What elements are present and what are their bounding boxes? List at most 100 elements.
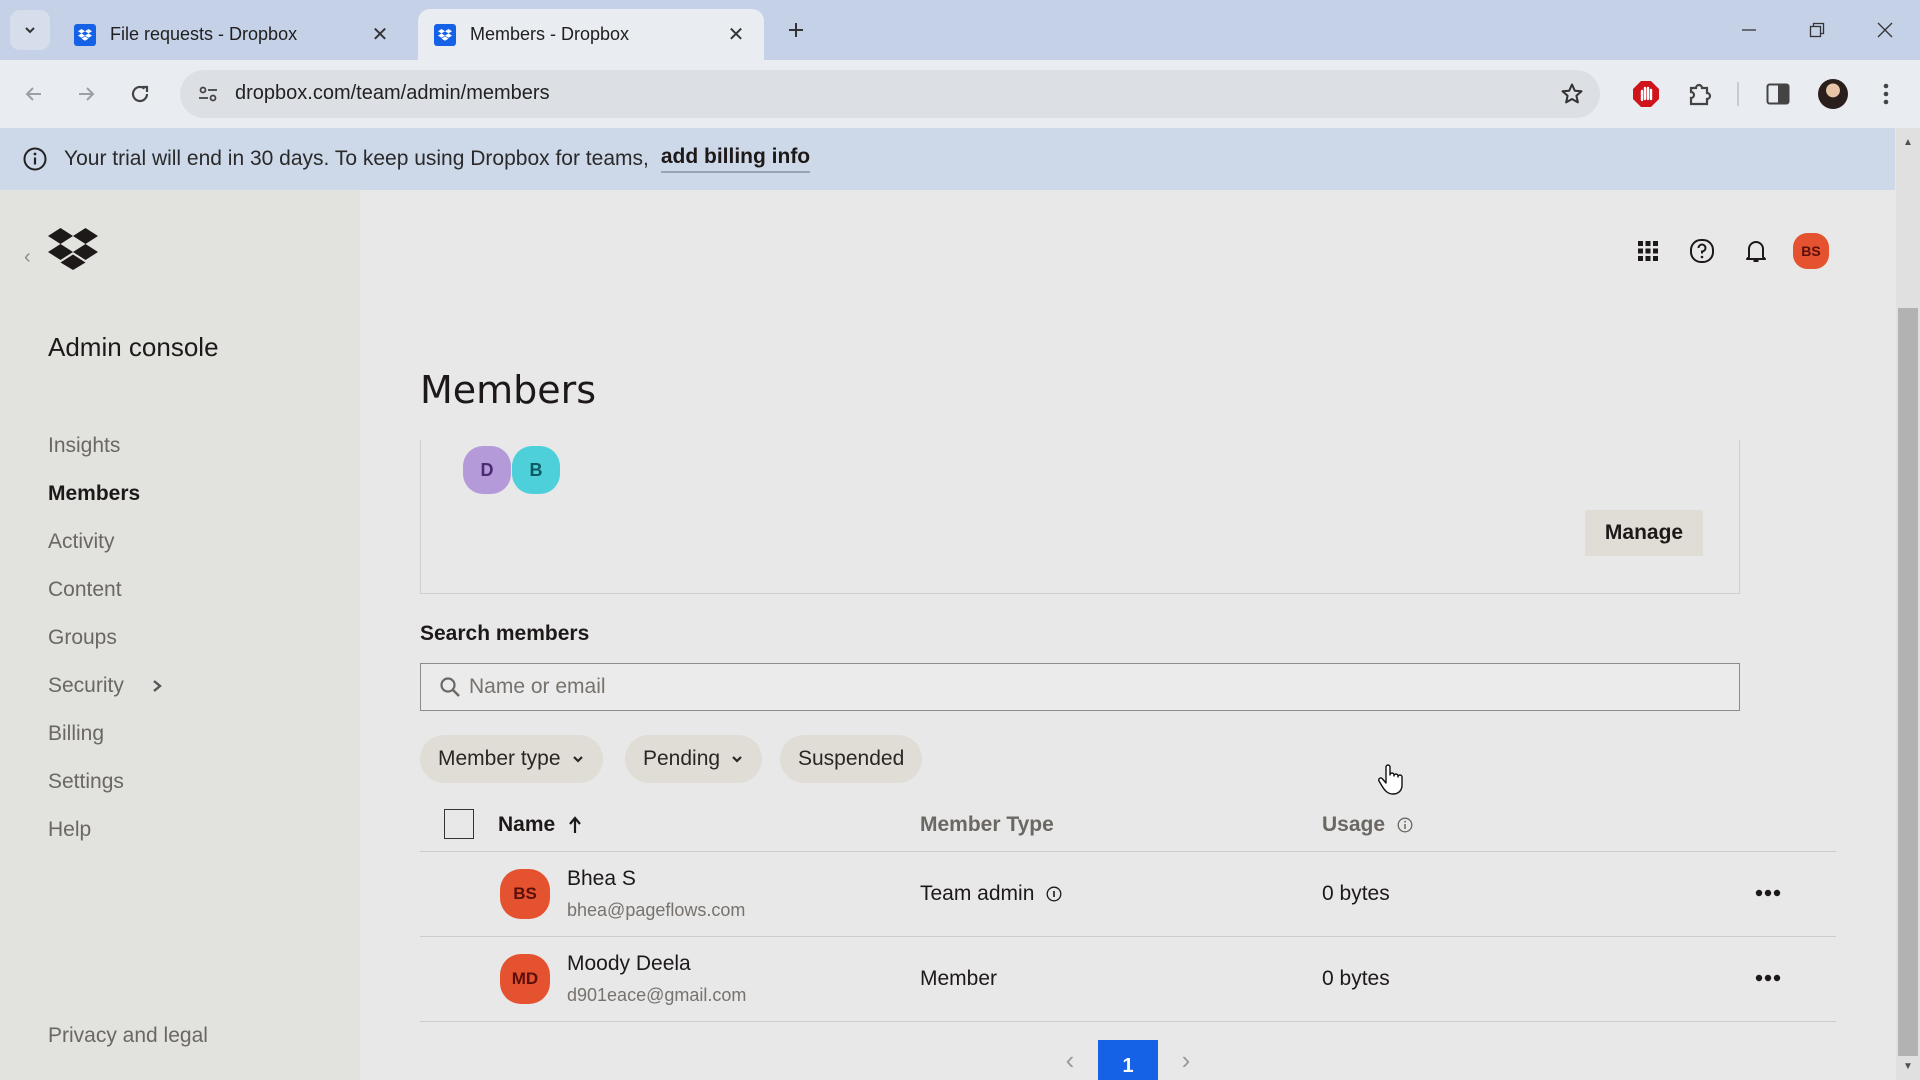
info-icon[interactable] (1397, 817, 1413, 833)
more-actions-button[interactable] (1750, 878, 1786, 908)
table-row[interactable]: MD Moody Deela d901eace@gmail.com Member… (420, 937, 1836, 1022)
hand-pointer-cursor-icon (1378, 764, 1403, 795)
dropbox-favicon (74, 23, 96, 46)
profile-photo (1818, 79, 1848, 109)
tab-title: Members - Dropbox (470, 24, 630, 44)
column-header-usage[interactable]: Usage (1322, 813, 1413, 837)
add-billing-info-link[interactable]: add billing info (660, 145, 811, 173)
member-name[interactable]: Bhea S (567, 867, 636, 891)
member-type: Member (920, 967, 997, 991)
next-page-chevron-icon[interactable]: › (1166, 1040, 1206, 1080)
sidebar-item-content[interactable]: Content (48, 566, 164, 614)
scroll-up-arrow-icon[interactable]: ▲ (1900, 134, 1916, 150)
column-label: Member Type (920, 813, 1054, 836)
collapse-sidebar-chevron-icon[interactable]: ‹ (24, 246, 31, 269)
tab-members[interactable]: Members - Dropbox ✕ (418, 9, 764, 60)
profile-avatar[interactable] (1813, 74, 1853, 114)
sidebar-item-label: Members (48, 482, 141, 505)
close-tab-icon[interactable]: ✕ (724, 23, 748, 47)
table-header: Name Member Type Usage (420, 800, 1836, 852)
sidebar-item-label: Billing (48, 722, 105, 745)
sidebar-item-label: Activity (48, 530, 115, 553)
url-text[interactable]: dropbox.com/team/admin/members (235, 82, 550, 105)
manage-button[interactable]: Manage (1585, 510, 1703, 556)
select-all-checkbox[interactable] (444, 809, 474, 839)
member-type: Team admin (920, 882, 1062, 906)
scroll-down-arrow-icon[interactable]: ▼ (1900, 1058, 1916, 1074)
dropbox-logo-icon[interactable] (48, 228, 98, 270)
sidebar-item-groups[interactable]: Groups (48, 614, 164, 662)
browser-toolbar: dropbox.com/team/admin/members (0, 60, 1920, 128)
toolbar-divider (1737, 82, 1739, 106)
filter-label: Suspended (798, 747, 905, 770)
plus-icon (789, 23, 803, 37)
bookmark-star-icon[interactable] (1556, 78, 1588, 110)
extensions-puzzle-icon[interactable] (1680, 74, 1720, 114)
sidebar-item-activity[interactable]: Activity (48, 518, 164, 566)
member-email: d901eace@gmail.com (567, 985, 747, 1005)
app-grid-icon (1638, 241, 1658, 261)
sidebar-item-billing[interactable]: Billing (48, 710, 164, 758)
tab-file-requests[interactable]: File requests - Dropbox ✕ (58, 9, 408, 60)
scrollbar-thumb[interactable] (1898, 308, 1918, 1056)
address-bar[interactable]: dropbox.com/team/admin/members (180, 70, 1600, 118)
chevron-down-icon (572, 756, 583, 763)
search-icon (440, 677, 460, 697)
filter-label: Member type (438, 747, 561, 770)
help-button[interactable] (1682, 231, 1722, 271)
members-table: Name Member Type Usage BS Bhea S bhea@pa… (420, 800, 1836, 1022)
app-grid-button[interactable] (1628, 231, 1668, 271)
page-number-current[interactable]: 1 (1098, 1040, 1158, 1080)
member-type-label: Team admin (920, 882, 1035, 905)
search-members-field[interactable] (420, 663, 1740, 711)
column-header-member-type[interactable]: Member Type (920, 813, 1054, 837)
info-icon (23, 147, 47, 171)
side-panel-icon[interactable] (1758, 74, 1798, 114)
bell-icon (1746, 241, 1766, 262)
sidebar-item-help[interactable]: Help (48, 806, 164, 854)
search-members-input[interactable] (469, 675, 1739, 699)
sidebar-nav: Insights Members Activity Content Groups… (48, 422, 164, 854)
adblock-extension-icon[interactable] (1626, 74, 1666, 114)
account-menu-button[interactable]: BS (1791, 231, 1831, 271)
site-settings-icon[interactable] (192, 78, 224, 110)
tab-search-button[interactable] (10, 10, 50, 50)
filter-suspended[interactable]: Suspended (780, 735, 923, 783)
filter-pending[interactable]: Pending (625, 735, 763, 783)
restore-icon (1809, 22, 1825, 38)
forward-button[interactable] (66, 74, 106, 114)
sidebar-item-insights[interactable]: Insights (48, 422, 164, 470)
new-tab-button[interactable] (780, 14, 812, 46)
restore-button[interactable] (1792, 10, 1842, 50)
column-label: Name (498, 813, 556, 836)
sidebar-item-settings[interactable]: Settings (48, 758, 164, 806)
sort-ascending-arrow-icon (569, 816, 582, 833)
back-button[interactable] (14, 74, 54, 114)
minimize-button[interactable] (1724, 10, 1774, 50)
reload-button[interactable] (120, 74, 160, 114)
browser-tab-strip: File requests - Dropbox ✕ Members - Drop… (0, 0, 1920, 60)
previous-page-chevron-icon[interactable]: ‹ (1050, 1040, 1090, 1080)
info-icon[interactable] (1046, 886, 1062, 902)
table-row[interactable]: BS Bhea S bhea@pageflows.com Team admin … (420, 852, 1836, 937)
member-name[interactable]: Moody Deela (567, 952, 691, 976)
page-scrollbar[interactable]: ▲ ▼ (1896, 128, 1920, 1080)
filter-label: Pending (643, 747, 721, 770)
sidebar-item-members[interactable]: Members (48, 470, 164, 518)
close-icon (1877, 22, 1893, 38)
privacy-and-legal-link[interactable]: Privacy and legal (48, 1024, 208, 1048)
sidebar-item-security[interactable]: Security (48, 662, 164, 710)
arrow-right-icon (79, 87, 95, 101)
member-usage: 0 bytes (1322, 882, 1390, 905)
column-header-name[interactable]: Name (498, 813, 583, 837)
member-avatar: B (512, 446, 560, 494)
notifications-button[interactable] (1736, 231, 1776, 271)
close-window-button[interactable] (1860, 10, 1910, 50)
browser-menu-icon[interactable] (1866, 74, 1906, 114)
filter-member-type[interactable]: Member type (420, 735, 603, 783)
tab-title: File requests - Dropbox (110, 24, 298, 44)
more-actions-button[interactable] (1750, 963, 1786, 993)
sidebar-item-label: Security (48, 674, 124, 697)
close-tab-icon[interactable]: ✕ (368, 23, 392, 47)
column-label: Usage (1322, 813, 1386, 836)
